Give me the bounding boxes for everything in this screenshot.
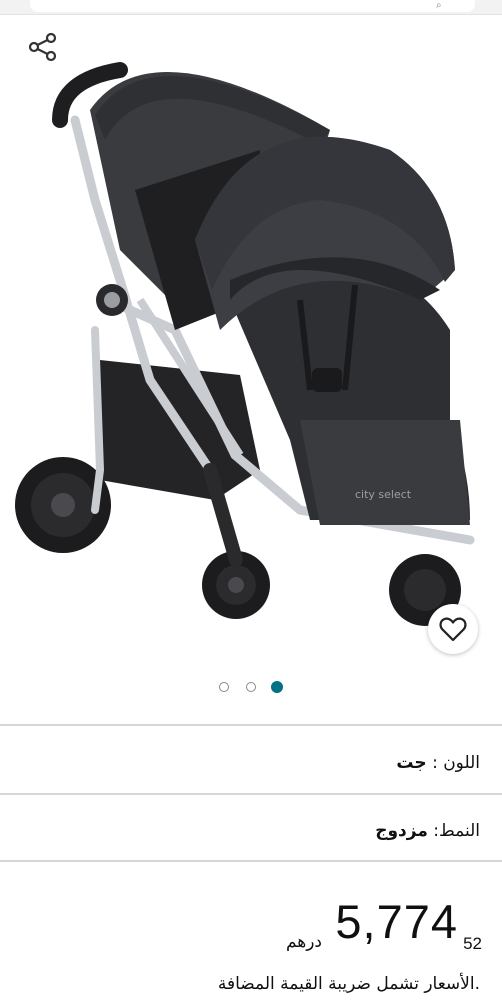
price: 52 5,774 درهم (2, 890, 482, 960)
price-fraction: 52 (463, 934, 482, 953)
carousel-dot-2[interactable] (246, 682, 256, 692)
share-icon[interactable] (26, 30, 60, 64)
product-image[interactable]: city select (0, 20, 502, 660)
style-value: مزدوج (375, 821, 428, 841)
style-attribute-row[interactable]: النمط: مزدوج (375, 816, 480, 846)
carousel-dot-1[interactable] (219, 682, 229, 692)
color-attribute-row[interactable]: اللون : جت (396, 748, 480, 778)
price-currency: درهم (285, 932, 322, 952)
divider (0, 860, 502, 862)
divider (0, 793, 502, 795)
color-label: اللون : (432, 753, 480, 773)
price-whole: 5,774 (335, 895, 458, 948)
search-bar-edge[interactable] (30, 0, 475, 12)
search-icon[interactable]: ⌕ (436, 1, 446, 11)
stroller-illustration: city select (15, 62, 475, 626)
carousel-dot-3-active[interactable] (271, 681, 283, 693)
style-label: النمط: (433, 821, 480, 841)
image-carousel-dots (0, 681, 502, 695)
vat-note: .الأسعار تشمل ضريبة القيمة المضافة (217, 974, 480, 994)
brand-text-on-stroller: city select (355, 488, 412, 501)
divider (0, 724, 502, 726)
wishlist-button[interactable] (428, 604, 478, 654)
heart-icon (439, 617, 467, 642)
top-bar: ⌕ (0, 0, 502, 15)
color-value: جت (396, 753, 427, 773)
